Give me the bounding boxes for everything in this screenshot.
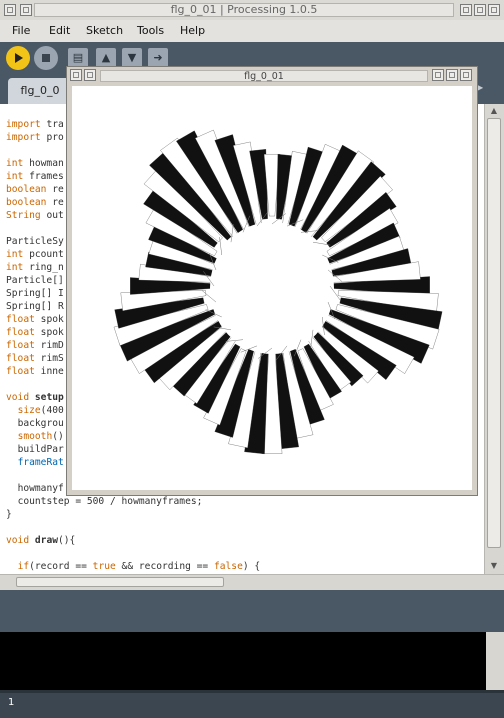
window-menu-icon[interactable]	[4, 4, 16, 16]
code-line: int howman	[6, 158, 64, 169]
minimize-icon[interactable]	[460, 4, 472, 16]
save-icon: ▼	[127, 51, 137, 64]
code-line: int ring_n	[6, 262, 64, 273]
code-line: float rimD	[6, 340, 64, 351]
code-line: size(400	[17, 405, 64, 416]
sketch-shade-icon[interactable]	[84, 69, 96, 81]
sketch-title: flg_0_01	[100, 70, 428, 82]
code-line: boolean re	[6, 184, 64, 195]
code-line: float inne	[6, 366, 64, 377]
split-divider[interactable]	[0, 590, 504, 598]
code-line: void setup	[6, 392, 64, 403]
sketch-close-icon[interactable]	[460, 69, 472, 81]
open-button[interactable]: ▲	[96, 48, 116, 68]
menu-file[interactable]: File	[12, 24, 30, 37]
code-line: backgrou	[17, 418, 64, 429]
sketch-canvas	[72, 86, 472, 490]
line-number: 1	[8, 697, 15, 708]
code-line: Spring[] R	[6, 301, 64, 312]
code-line: frameRat	[17, 457, 64, 468]
code-line: Spring[] I	[6, 288, 64, 299]
sketch-minimize-icon[interactable]	[432, 69, 444, 81]
editor-scroll-thumb[interactable]	[487, 118, 501, 548]
code-line: String out	[6, 210, 64, 221]
code-line: boolean re	[6, 197, 64, 208]
code-line: float spok	[6, 314, 64, 325]
new-button[interactable]: ▤	[68, 48, 88, 68]
export-icon: ➜	[153, 51, 163, 64]
code-line: countstep = 500 / howmanyframes;	[17, 496, 203, 507]
save-button[interactable]: ▼	[122, 48, 142, 68]
window-shade-icon[interactable]	[20, 4, 32, 16]
code-line: void draw(){	[6, 535, 76, 546]
menu-sketch[interactable]: Sketch	[86, 24, 123, 37]
ring-center	[210, 222, 334, 354]
message-area	[0, 598, 504, 632]
code-line: }	[6, 509, 12, 520]
code-line: if(record == true && recording == false)…	[17, 561, 261, 572]
tab-flg[interactable]: flg_0_0	[8, 78, 72, 104]
code-line: int pcount	[6, 249, 64, 260]
code-line: import tra	[6, 119, 64, 130]
stop-button[interactable]	[34, 46, 58, 70]
menu-help[interactable]: Help	[180, 24, 205, 37]
maximize-icon[interactable]	[474, 4, 486, 16]
code-line: float rimS	[6, 353, 64, 364]
status-bar	[0, 690, 504, 718]
code-line: int frames	[6, 171, 64, 182]
close-icon[interactable]	[488, 4, 500, 16]
editor-hscroll-thumb[interactable]	[16, 577, 224, 587]
menu-edit[interactable]: Edit	[49, 24, 70, 37]
scroll-up-icon[interactable]: ▲	[487, 105, 501, 117]
code-line: float spok	[6, 327, 64, 338]
code-line: howmanyf	[17, 483, 64, 494]
striped-ring-graphic	[113, 129, 443, 455]
run-button[interactable]	[6, 46, 30, 70]
sketch-menu-icon[interactable]	[70, 69, 82, 81]
window-title: flg_0_01 | Processing 1.0.5	[34, 3, 454, 17]
code-line: buildPar	[17, 444, 64, 455]
console-scrollbar[interactable]	[486, 632, 504, 690]
code-line: import pro	[6, 132, 64, 143]
scroll-down-icon[interactable]: ▼	[487, 560, 501, 572]
export-button[interactable]: ➜	[148, 48, 168, 68]
new-icon: ▤	[72, 51, 84, 64]
code-line: Particle[]	[6, 275, 64, 286]
code-line: ParticleSy	[6, 236, 64, 247]
code-line: smooth()	[17, 431, 64, 442]
menu-tools[interactable]: Tools	[137, 24, 164, 37]
sketch-maximize-icon[interactable]	[446, 69, 458, 81]
open-icon: ▲	[101, 51, 111, 64]
menu-bar	[0, 20, 504, 43]
console	[0, 632, 486, 690]
